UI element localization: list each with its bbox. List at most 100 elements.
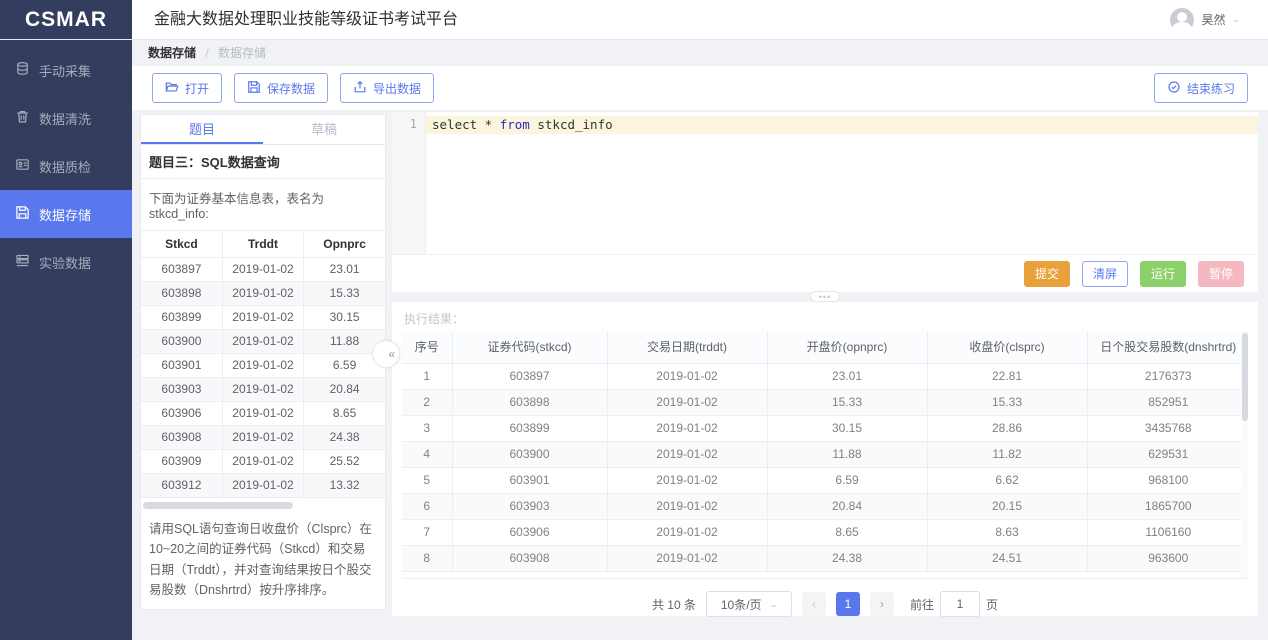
table-cell: 15.33 [767,389,927,415]
table-cell: 2019-01-02 [222,449,303,473]
table-cell: 852951 [1087,389,1248,415]
results-label: 执行结果： [392,302,1258,331]
table-row[interactable]: 6039122019-01-0213.32 [141,473,385,497]
end-practice-button[interactable]: 结束练习 [1154,73,1248,103]
table-cell: 13.32 [304,473,385,497]
clock-check-icon [1167,80,1181,97]
table-cell: 15.33 [304,281,385,305]
table-cell: 603906 [141,401,222,425]
table-row[interactable]: 6039092019-01-0225.52 [141,449,385,473]
page-title: 金融大数据处理职业技能等级证书考试平台 [132,0,1170,39]
table-cell: 3435768 [1087,415,1248,441]
sidebar-item-数据清洗[interactable]: 数据清洗 [0,94,132,142]
sql-editor-panel: 1 select * from stkcd_info 提交 清屏 运行 暂停 [392,112,1258,292]
horizontal-scrollbar-thumb[interactable] [143,502,293,509]
table-row[interactable]: 6038982019-01-0215.33 [141,281,385,305]
table-cell: 2 [402,389,452,415]
sidebar-item-数据存储[interactable]: 数据存储 [0,190,132,238]
table-cell: 603903 [141,377,222,401]
code-text: select * [432,117,500,132]
csmar-logo: CSMAR [0,0,132,39]
table-cell: 25.52 [304,449,385,473]
question-note-text: 运行完成后点击“提交”，提交sql的答案。 [141,601,385,610]
results-table: 序号证券代码(stkcd)交易日期(trddt)开盘价(opnprc)收盘价(c… [402,331,1248,572]
table-row[interactable]: 6039062019-01-028.65 [141,401,385,425]
table-cell: 2176373 [1087,363,1248,389]
server-icon [15,253,30,271]
table-cell: 603899 [141,305,222,329]
table-row[interactable]: 66039032019-01-0220.8420.151865700 [402,493,1248,519]
sql-editor[interactable]: 1 select * from stkcd_info [392,112,1258,254]
goto-page-input[interactable] [940,591,980,617]
table-cell: 2019-01-02 [607,441,767,467]
results-panel: 执行结果： 序号证券代码(stkcd)交易日期(trddt)开盘价(opnprc… [392,302,1258,616]
sidebar-item-label: 实验数据 [39,253,91,272]
table-row[interactable]: 6038992019-01-0230.15 [141,305,385,329]
code-line-1: select * from stkcd_info [426,116,1258,134]
splitter-handle[interactable]: ••• [810,291,840,302]
results-table-header-row: 序号证券代码(stkcd)交易日期(trddt)开盘价(opnprc)收盘价(c… [402,331,1248,363]
table-row[interactable]: 56039012019-01-026.596.62968100 [402,467,1248,493]
save-icon [15,205,30,223]
goto-page-group: 前往 页 [910,591,998,617]
panel-collapse-button[interactable]: « [372,340,400,368]
vertical-scrollbar-thumb[interactable] [1242,333,1248,421]
page-size-select[interactable]: 10条/页 ⌄ [706,591,792,617]
pause-button[interactable]: 暂停 [1198,261,1244,287]
tab-draft[interactable]: 草稿 [263,115,385,144]
breadcrumb: 数据存储 / 数据存储 [148,44,266,61]
table-row[interactable]: 86039082019-01-0224.3824.51963600 [402,545,1248,571]
clear-screen-button[interactable]: 清屏 [1082,261,1128,287]
sidebar-item-label: 手动采集 [39,61,91,80]
next-page-button[interactable]: › [870,592,894,616]
table-cell: 2019-01-02 [607,389,767,415]
table-row[interactable]: 6039032019-01-0220.84 [141,377,385,401]
save-data-button-label: 保存数据 [267,80,315,97]
table-row[interactable]: 26038982019-01-0215.3315.33852951 [402,389,1248,415]
breadcrumb-item-root[interactable]: 数据存储 [148,46,196,60]
sidebar-item-实验数据[interactable]: 实验数据 [0,238,132,286]
table-row[interactable]: 36038992019-01-0230.1528.863435768 [402,415,1248,441]
table-cell: 6.62 [927,467,1087,493]
table-row[interactable]: 6039082019-01-0224.38 [141,425,385,449]
user-menu[interactable]: 昊然 ⌄ [1170,0,1268,39]
prev-page-button[interactable]: ‹ [802,592,826,616]
tab-question[interactable]: 题目 [141,115,263,144]
table-cell: 2019-01-02 [222,305,303,329]
table-row[interactable]: 76039062019-01-028.658.631106160 [402,519,1248,545]
table-row[interactable]: 6039012019-01-026.59 [141,353,385,377]
table-row[interactable]: 6038972019-01-0223.01 [141,257,385,281]
submit-button[interactable]: 提交 [1024,261,1070,287]
column-header: 交易日期(trddt) [607,331,767,363]
table-cell: 968100 [1087,467,1248,493]
open-button[interactable]: 打开 [152,73,222,103]
vertical-scrollbar[interactable] [1241,331,1248,579]
current-page-button[interactable]: 1 [836,592,860,616]
table-cell: 629531 [1087,441,1248,467]
table-cell: 2019-01-02 [222,353,303,377]
run-button[interactable]: 运行 [1140,261,1186,287]
table-cell: 2019-01-02 [607,493,767,519]
line-number: 1 [409,116,417,131]
table-cell: 6.59 [767,467,927,493]
sidebar-item-手动采集[interactable]: 手动采集 [0,46,132,94]
question-intro: 下面为证券基本信息表，表名为stkcd_info: [141,179,385,231]
question-task-text: 请用SQL语句查询日收盘价（Clsprc）在10~20之间的证券代码（Stkcd… [141,513,385,602]
table-cell: 23.01 [767,363,927,389]
save-data-button[interactable]: 保存数据 [234,73,328,103]
table-row[interactable]: 46039002019-01-0211.8811.82629531 [402,441,1248,467]
column-header: 证券代码(stkcd) [452,331,607,363]
table-cell: 2019-01-02 [222,257,303,281]
table-cell: 3 [402,415,452,441]
sidebar-item-数据质检[interactable]: 数据质检 [0,142,132,190]
table-cell: 603901 [141,353,222,377]
trash-icon [15,109,30,127]
question-table-header-row: StkcdTrddtOpnprc [141,231,385,257]
table-row[interactable]: 16038972019-01-0223.0122.812176373 [402,363,1248,389]
table-row[interactable]: 6039002019-01-0211.88 [141,329,385,353]
table-cell: 603899 [452,415,607,441]
table-cell: 24.38 [767,545,927,571]
sidebar-item-label: 数据存储 [39,205,91,224]
export-data-button[interactable]: 导出数据 [340,73,434,103]
table-cell: 603898 [452,389,607,415]
